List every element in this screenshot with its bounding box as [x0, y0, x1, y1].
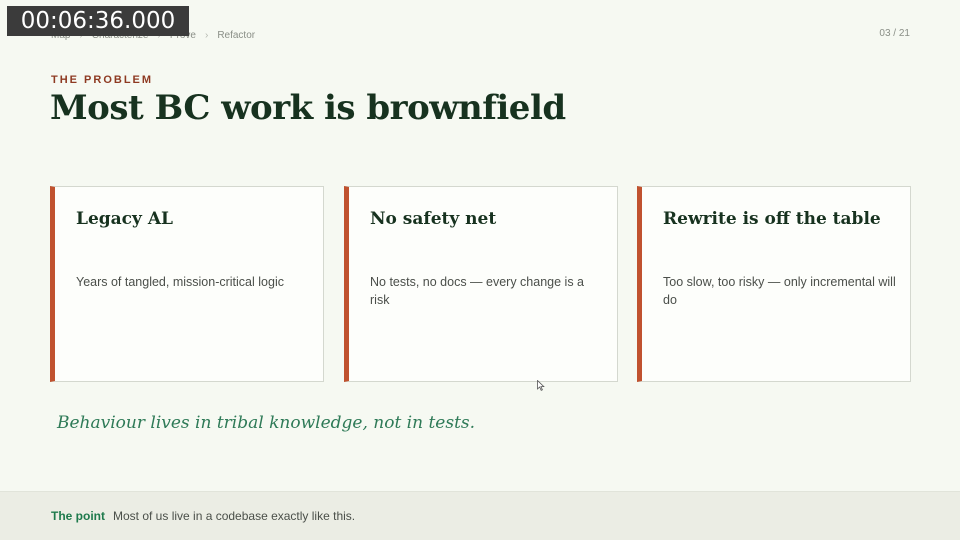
card-row: Legacy AL Years of tangled, mission-crit…	[50, 186, 911, 382]
section-eyebrow: THE PROBLEM	[51, 74, 154, 86]
key-quote: Behaviour lives in tribal knowledge, not…	[57, 413, 476, 433]
card-no-safety-net: No safety net No tests, no docs — every …	[344, 186, 618, 382]
page-counter: 03 / 21	[879, 28, 910, 39]
footer-label: The point	[51, 509, 105, 523]
slide: 00:06:36.000 Map › Characterize › Prove …	[0, 0, 960, 540]
card-body: No tests, no docs — every change is a ri…	[370, 275, 584, 307]
card-rewrite-off-table: Rewrite is off the table Too slow, too r…	[637, 186, 911, 382]
breadcrumb-item-refactor[interactable]: Refactor	[217, 30, 255, 41]
page-title: Most BC work is brownfield	[50, 88, 566, 128]
footer-text: Most of us live in a codebase exactly li…	[113, 509, 356, 523]
card-body: Years of tangled, mission-critical logic	[76, 275, 284, 289]
card-legacy-al: Legacy AL Years of tangled, mission-crit…	[50, 186, 324, 382]
card-body: Too slow, too risky — only incremental w…	[663, 275, 896, 307]
card-title: Legacy AL	[76, 209, 173, 229]
footer-bar: The point Most of us live in a codebase …	[0, 491, 960, 540]
card-title: Rewrite is off the table	[663, 209, 881, 229]
timecode-overlay: 00:06:36.000	[7, 6, 189, 36]
card-title: No safety net	[370, 209, 497, 229]
chevron-right-icon: ›	[204, 29, 209, 41]
mouse-pointer-icon	[537, 380, 545, 391]
